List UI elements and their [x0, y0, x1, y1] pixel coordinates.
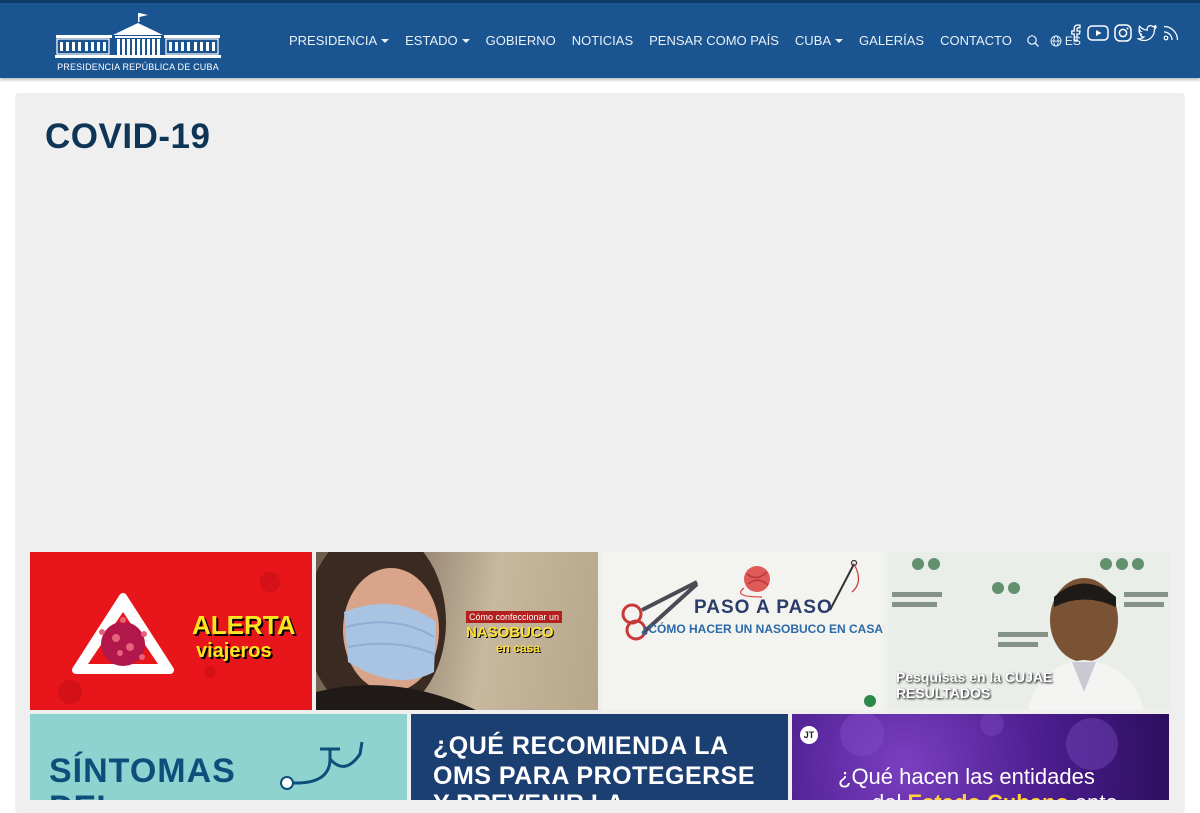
facebook-icon[interactable] [1068, 24, 1082, 47]
tile-sintomas[interactable]: SÍNTOMAS DEL [30, 714, 407, 800]
tile-nasobuco-en-casa[interactable]: Cómo confeccionar un NASOBUCO en casa [316, 552, 598, 710]
tile-caption: del Estado Cubano ante [872, 790, 1118, 800]
tile-caption: SÍNTOMAS [49, 752, 236, 790]
page-title: COVID-19 [45, 117, 211, 156]
tile-caption: Y PREVENIR LA [433, 790, 624, 800]
tile-caption: OMS PARA PROTEGERSE [433, 762, 756, 790]
search-icon[interactable] [1026, 34, 1040, 48]
logo-wordmark: PRESIDENCIA REPÚBLICA DE CUBA [57, 62, 219, 72]
tile-caption: Cómo confeccionar un [466, 611, 563, 623]
menu-item-pensar-como-pais[interactable]: PENSAR COMO PAÍS [641, 33, 787, 48]
palace-logo-icon [55, 13, 221, 58]
caption-part: ante [1069, 790, 1118, 800]
tile-pesquisas-cujae[interactable]: Pesquisas en la CUJAE RESULTADOS [888, 552, 1170, 710]
tile-caption: PASO A PASO [694, 597, 833, 618]
menu-item-cuba[interactable]: CUBA [787, 33, 851, 48]
caret-down-icon [835, 38, 844, 43]
caption-highlight: Estado Cubano [907, 790, 1068, 800]
menu-item-label: CUBA [794, 33, 832, 48]
tile-caption: Pesquisas en la CUJAE [896, 669, 1053, 685]
tile-caption: ALERTA [192, 610, 296, 640]
menu-item-estado[interactable]: ESTADO [397, 33, 478, 48]
caption-part: del [872, 790, 907, 800]
tile-caption: RESULTADOS [896, 685, 991, 701]
menu-item-noticias[interactable]: NOTICIAS [564, 33, 641, 48]
primary-menu: PRESIDENCIA ESTADO GOBIERNO NOTICIAS PEN… [281, 3, 1081, 78]
tile-caption: DEL [49, 789, 117, 800]
menu-item-label: NOTICIAS [571, 33, 634, 48]
caret-down-icon [381, 38, 390, 43]
tile-caption: en casa [496, 641, 541, 655]
tile-caption: ¿QUÉ RECOMIENDA LA [433, 732, 729, 760]
menu-item-label: ESTADO [405, 33, 458, 48]
rss-icon[interactable] [1162, 24, 1180, 47]
globe-icon [1050, 35, 1062, 46]
menu-item-presidencia[interactable]: PRESIDENCIA [281, 33, 397, 48]
menu-item-label: GOBIERNO [485, 33, 556, 48]
woman-with-mask-image [316, 552, 476, 710]
instagram-icon[interactable] [1114, 24, 1132, 47]
social-links [1068, 24, 1185, 47]
tile-caption: viajeros [196, 640, 272, 662]
menu-item-gobierno[interactable]: GOBIERNO [478, 33, 564, 48]
jt-badge: JT [800, 726, 818, 744]
tile-oms-recomendaciones[interactable]: ¿QUÉ RECOMIENDA LA OMS PARA PROTEGERSE Y… [411, 714, 788, 800]
tile-entidades-estado[interactable]: JT ¿Qué hacen las entidades del Estado C… [792, 714, 1169, 800]
menu-item-label: PRESIDENCIA [289, 33, 378, 48]
menu-item-contacto[interactable]: CONTACTO [932, 33, 1020, 48]
tile-paso-a-paso[interactable]: PASO A PASO ¿CÓMO HACER UN NASOBUCO EN C… [602, 552, 884, 710]
twitter-icon[interactable] [1135, 24, 1158, 47]
tile-caption: ¿Qué hacen las entidades [838, 764, 1095, 789]
menu-item-label: GALERÍAS [859, 33, 925, 48]
site-logo[interactable]: PRESIDENCIA REPÚBLICA DE CUBA [55, 13, 221, 73]
caret-down-icon [461, 38, 470, 43]
menu-item-label: CONTACTO [940, 33, 1012, 48]
tile-caption: ¿CÓMO HACER UN NASOBUCO EN CASA? [641, 622, 884, 636]
youtube-icon[interactable] [1087, 24, 1109, 47]
tile-alerta-viajeros[interactable]: ALERTA viajeros [30, 552, 312, 710]
main-navbar: PRESIDENCIA REPÚBLICA DE CUBA PRESIDENCI… [0, 3, 1200, 78]
tile-caption: NASOBUCO [466, 624, 554, 641]
menu-item-galerias[interactable]: GALERÍAS [851, 33, 932, 48]
menu-item-label: PENSAR COMO PAÍS [649, 33, 779, 48]
